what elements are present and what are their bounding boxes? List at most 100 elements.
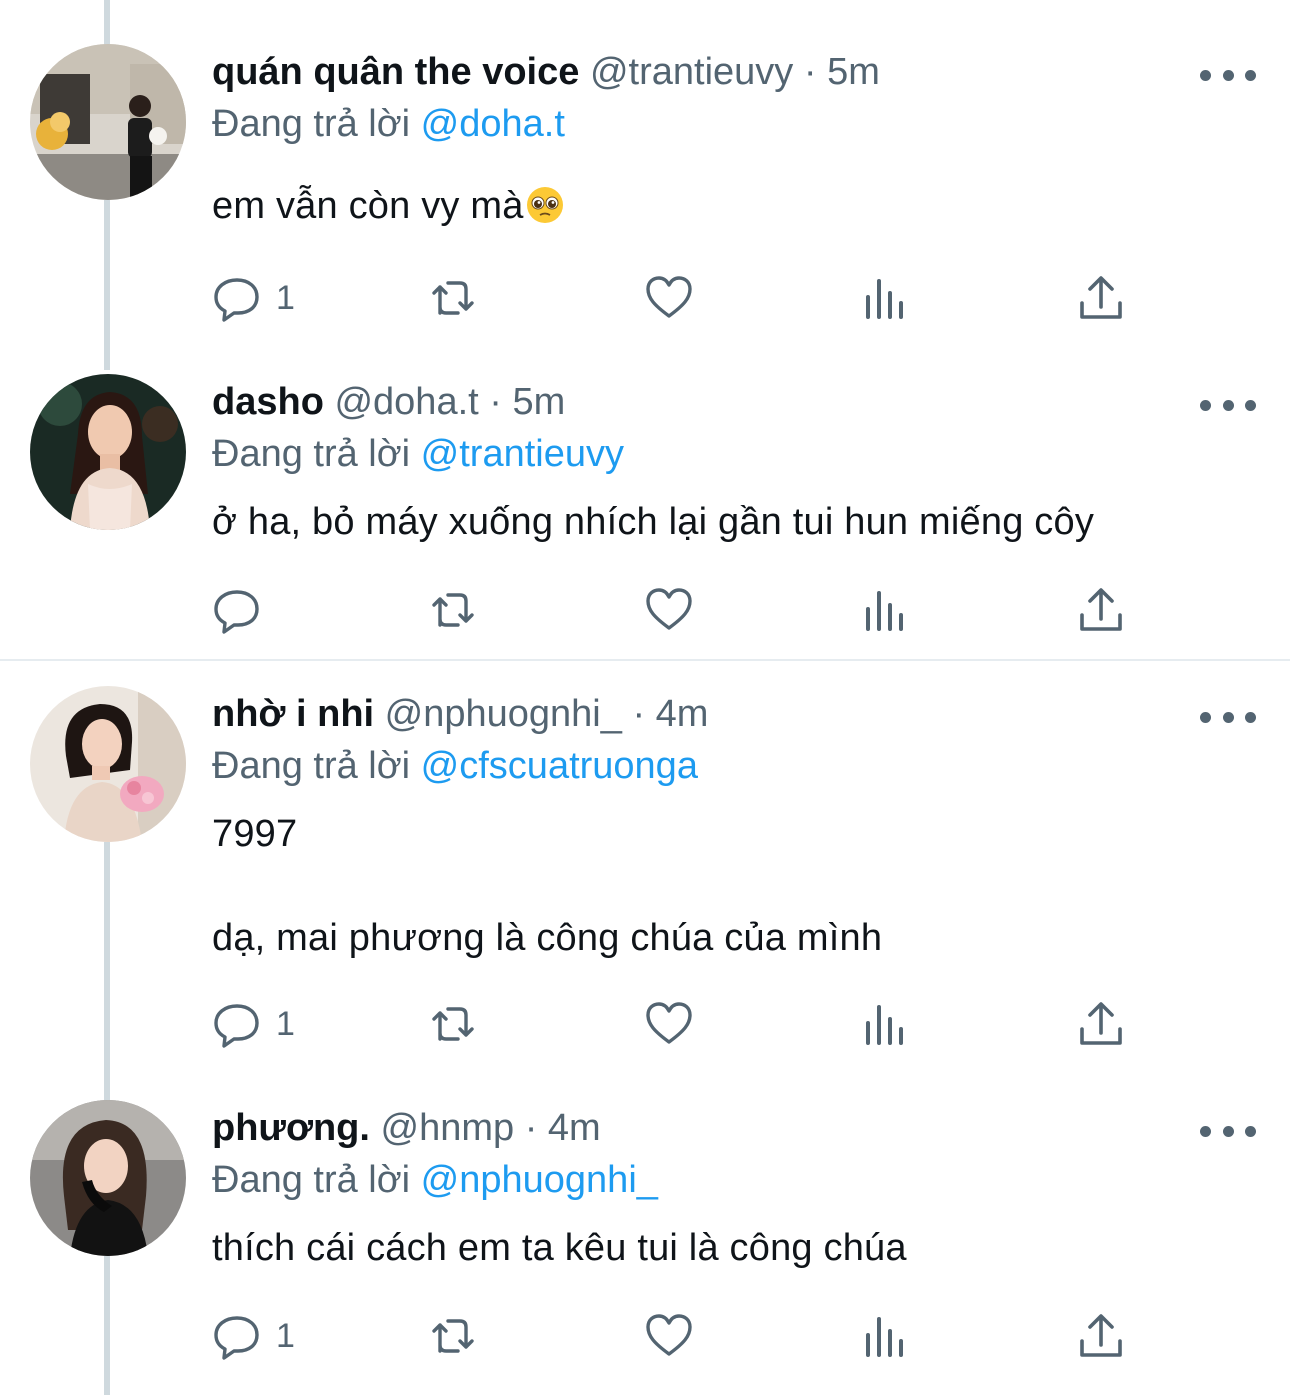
tweet-text: ở ha, bỏ máy xuống nhích lại gần tui hun… (212, 496, 1094, 548)
tweet-text: em vẫn còn vy mà (212, 180, 564, 232)
tweet-actions: 1 (0, 994, 1290, 1054)
retweet-button[interactable] (428, 268, 478, 328)
timestamp[interactable]: 5m (512, 381, 565, 423)
retweet-icon (432, 593, 474, 627)
replying-to-label: Đang trả lời (212, 103, 411, 145)
avatar[interactable] (30, 686, 186, 842)
tweet-text: dạ, mai phương là công chúa của mình (212, 912, 882, 964)
retweet-button[interactable] (428, 1306, 478, 1366)
mention-link[interactable]: @cfscuatruonga (421, 745, 698, 787)
reply-button[interactable]: 1 (212, 994, 295, 1054)
replying-to-label: Đang trả lời (212, 1159, 411, 1201)
avatar[interactable] (30, 44, 186, 200)
share-icon (1080, 276, 1122, 319)
more-icon[interactable] (1200, 390, 1256, 420)
display-name[interactable]: phương. (212, 1107, 370, 1149)
separator: · (489, 381, 502, 423)
views-button[interactable] (860, 1306, 910, 1366)
retweet-button[interactable] (428, 580, 478, 640)
like-button[interactable] (644, 580, 694, 640)
tweet-text-line: 7997 (212, 813, 298, 855)
like-button[interactable] (644, 268, 694, 328)
display-name[interactable]: dasho (212, 381, 324, 423)
tweet-text: 7997 (212, 808, 297, 860)
reply-button[interactable]: 1 (212, 268, 295, 328)
tweet-actions: 1 (0, 268, 1290, 328)
tweet-text: thích cái cách em ta kêu tui là công chú… (212, 1222, 907, 1274)
tweet-text-line: thích cái cách em ta kêu tui là công chú… (212, 1227, 907, 1269)
replying-to: Đang trả lời @doha.t (212, 94, 565, 154)
display-name[interactable]: quán quân the voice (212, 51, 579, 93)
replying-to-label: Đang trả lời (212, 745, 411, 787)
retweet-icon (432, 281, 474, 315)
username[interactable]: @doha.t (334, 381, 478, 423)
tweet-header: phương. @hnmp · 4m (212, 1098, 601, 1158)
tweet-header: quán quân the voice @trantieuvy · 5m (212, 42, 880, 102)
mention-link[interactable]: @nphuognhi_ (421, 1159, 658, 1201)
share-button[interactable] (1076, 1306, 1126, 1366)
reply-button[interactable] (212, 580, 262, 640)
avatar[interactable] (30, 1100, 186, 1256)
views-button[interactable] (860, 268, 910, 328)
heart-icon (646, 1314, 692, 1356)
more-icon[interactable] (1200, 1116, 1256, 1146)
replying-to: Đang trả lời @nphuognhi_ (212, 1150, 658, 1210)
username[interactable]: @trantieuvy (590, 51, 793, 93)
share-icon (1080, 588, 1122, 631)
tweet-actions (0, 580, 1290, 640)
heart-icon (646, 1002, 692, 1044)
views-button[interactable] (860, 994, 910, 1054)
analytics-icon (866, 1317, 903, 1357)
tweet-text-line: em vẫn còn vy mà (212, 185, 524, 227)
heart-icon (646, 276, 692, 318)
share-icon (1080, 1002, 1122, 1045)
replying-to: Đang trả lời @cfscuatruonga (212, 736, 698, 796)
tweet-header: nhờ i nhi @nphuognhi_ · 4m (212, 684, 708, 744)
retweet-icon (432, 1007, 474, 1041)
timestamp[interactable]: 4m (656, 693, 709, 735)
reply-count: 1 (276, 1004, 295, 1043)
heart-icon (646, 588, 692, 630)
mention-link[interactable]: @trantieuvy (421, 433, 624, 475)
separator: · (803, 51, 817, 93)
retweet-icon (432, 1319, 474, 1353)
views-button[interactable] (860, 580, 910, 640)
thread-line (104, 0, 110, 48)
tweet-text-line: ở ha, bỏ máy xuống nhích lại gần tui hun… (212, 501, 1095, 543)
avatar[interactable] (30, 374, 186, 530)
like-button[interactable] (644, 994, 694, 1054)
analytics-icon (866, 279, 903, 319)
reply-icon (214, 278, 259, 322)
thread-divider (0, 659, 1290, 661)
retweet-button[interactable] (428, 994, 478, 1054)
share-icon (1080, 1314, 1122, 1357)
display-name[interactable]: nhờ i nhi (212, 693, 374, 735)
timestamp[interactable]: 5m (827, 51, 880, 93)
reply-icon (214, 1316, 259, 1360)
more-icon[interactable] (1200, 60, 1256, 90)
share-button[interactable] (1076, 580, 1126, 640)
mention-link[interactable]: @doha.t (421, 103, 565, 145)
tweet-header: dasho @doha.t · 5m (212, 372, 565, 432)
reply-button[interactable]: 1 (212, 1306, 295, 1366)
tweet-actions: 1 (0, 1306, 1290, 1366)
analytics-icon (866, 1005, 903, 1045)
timestamp[interactable]: 4m (548, 1107, 601, 1149)
analytics-icon (866, 591, 903, 631)
replying-to: Đang trả lời @trantieuvy (212, 424, 624, 484)
reply-icon (214, 1004, 259, 1048)
separator: · (524, 1107, 538, 1149)
reply-icon (214, 590, 259, 634)
share-button[interactable] (1076, 994, 1126, 1054)
username[interactable]: @hnmp (381, 1107, 515, 1149)
separator: · (632, 693, 646, 735)
username[interactable]: @nphuognhi_ (385, 693, 622, 735)
reply-count: 1 (276, 1316, 295, 1355)
more-icon[interactable] (1200, 702, 1256, 732)
pleading-face-emoji (526, 187, 563, 223)
tweet-text-line: dạ, mai phương là công chúa của mình (212, 917, 883, 959)
thread-line (104, 842, 110, 1100)
share-button[interactable] (1076, 268, 1126, 328)
replying-to-label: Đang trả lời (212, 433, 411, 475)
like-button[interactable] (644, 1306, 694, 1366)
